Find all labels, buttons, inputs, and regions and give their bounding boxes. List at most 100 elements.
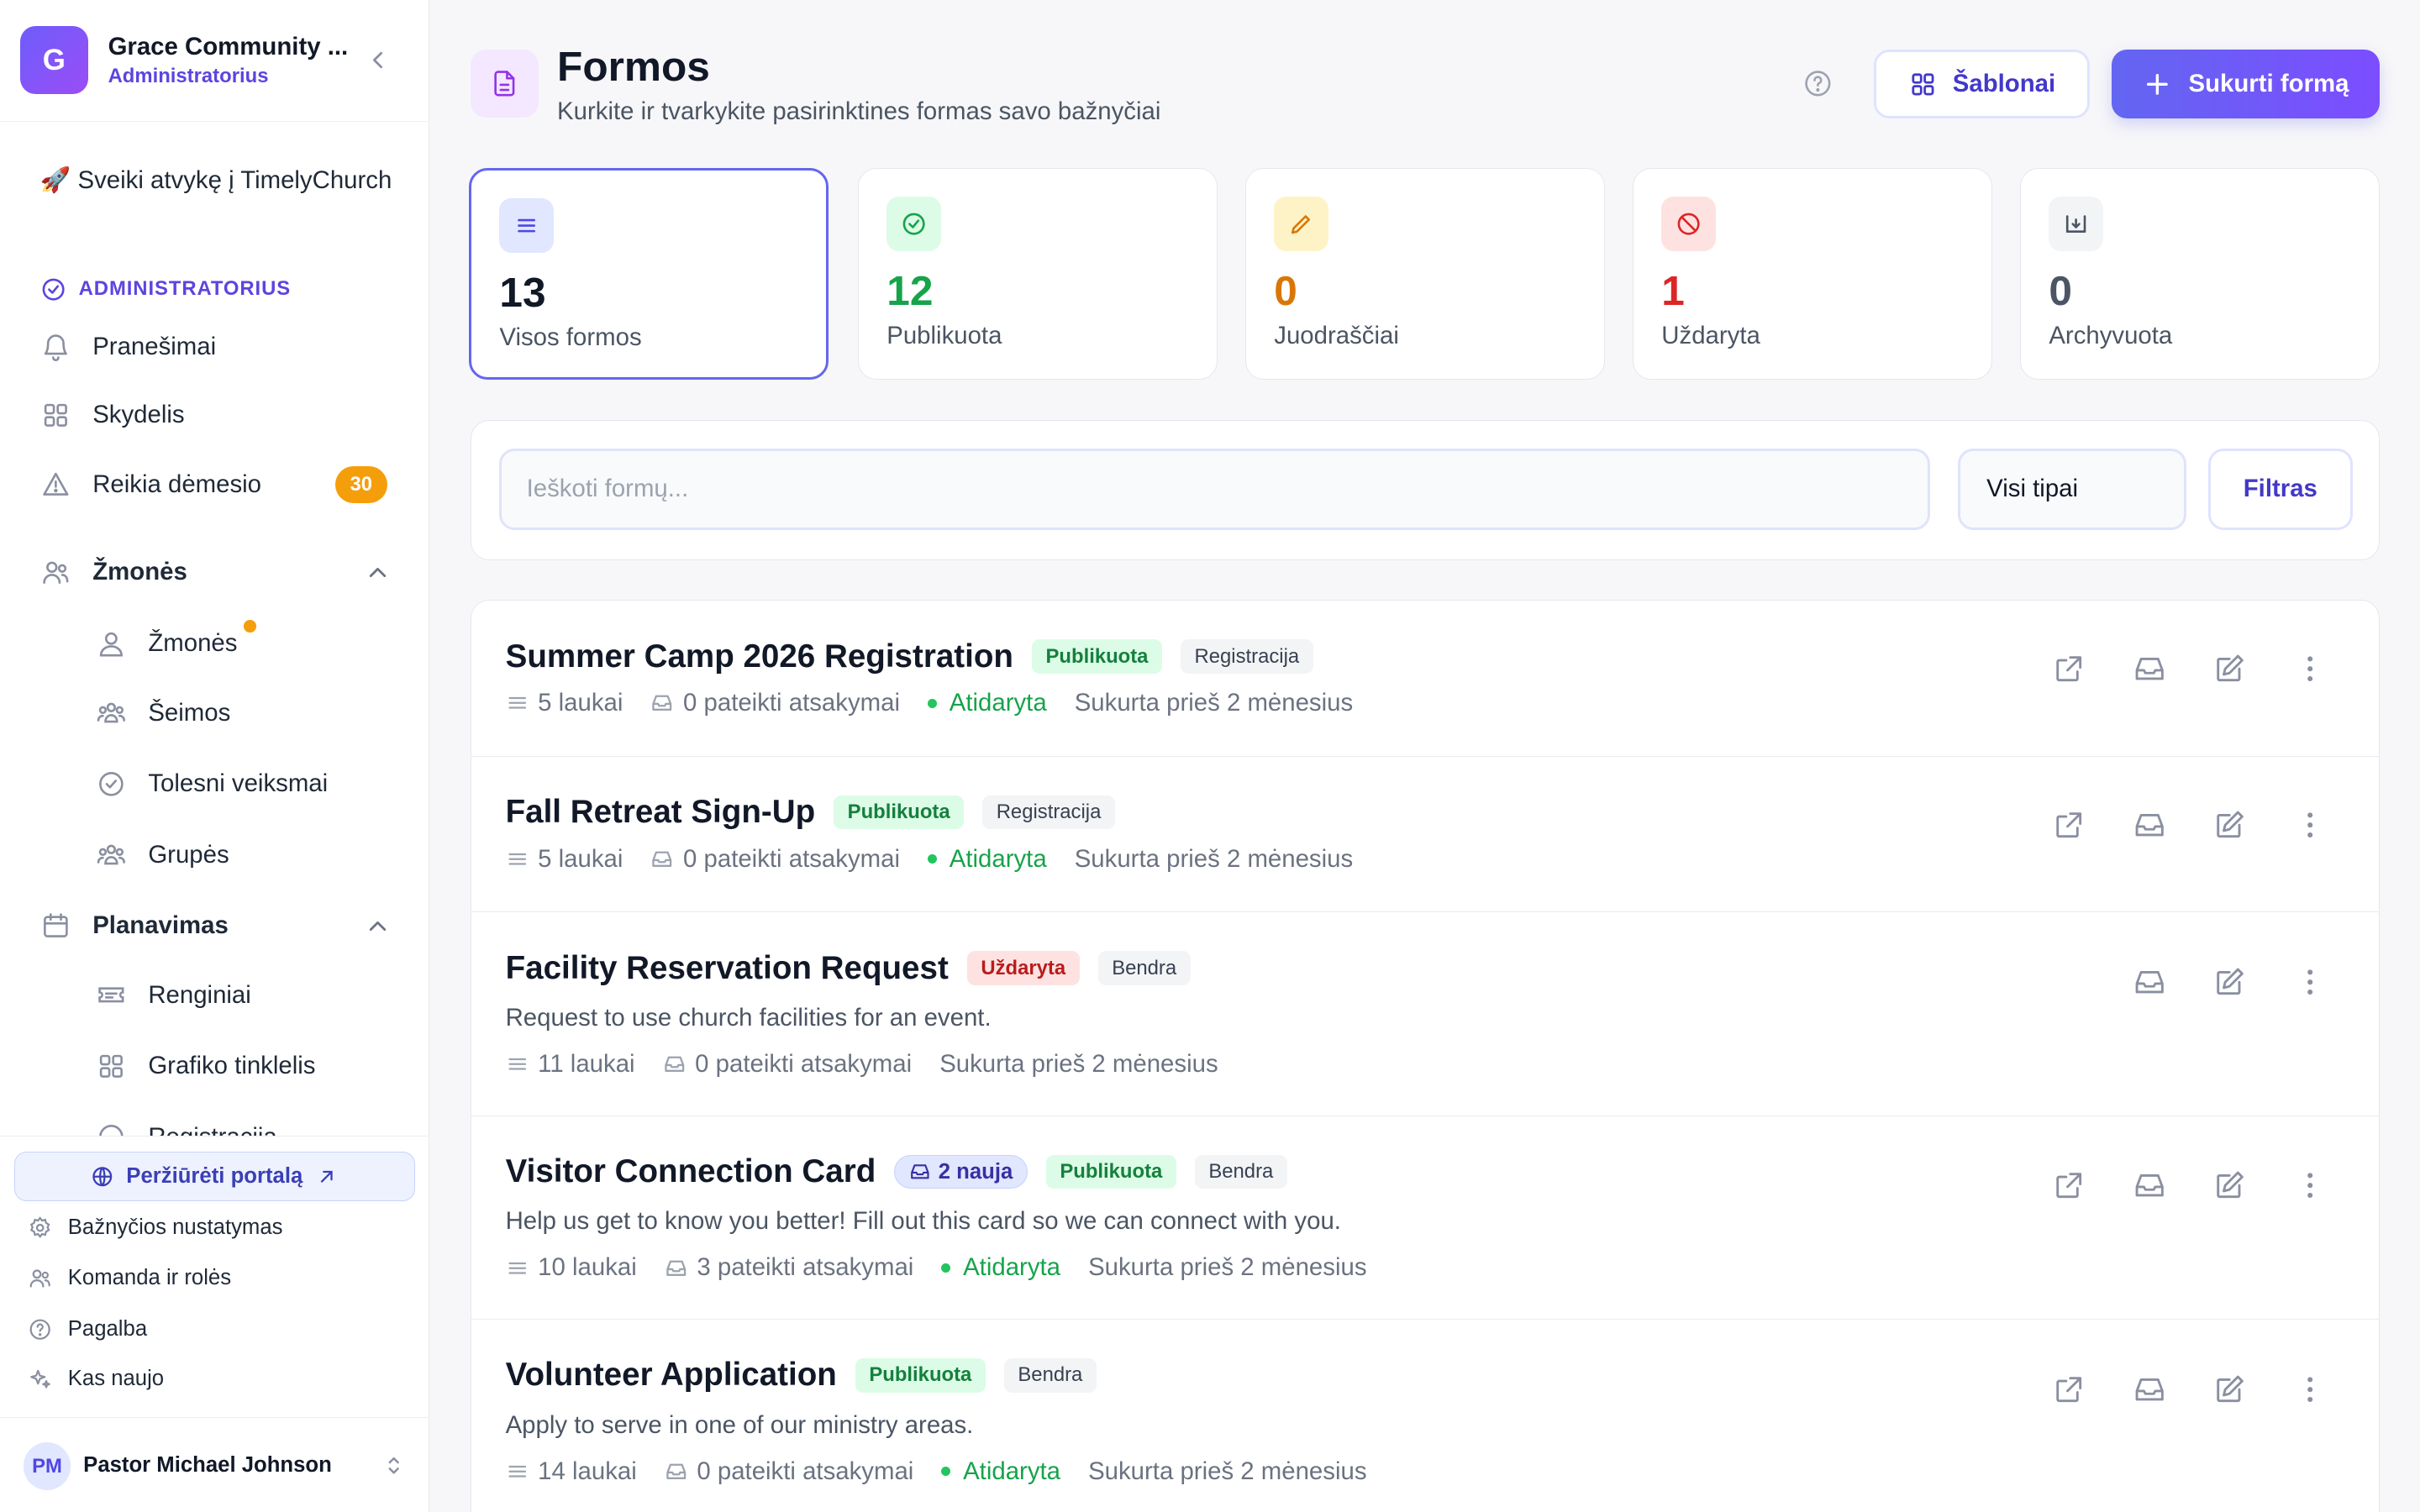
whats-new-link[interactable]: Kas naujo — [28, 1362, 164, 1395]
responses-count: 3 pateikti atsakymai — [665, 1253, 913, 1282]
bell-icon — [40, 332, 71, 363]
create-form-label: Sukurti formą — [2188, 70, 2349, 98]
sidebar-item-dashboard[interactable]: Skydelis — [40, 392, 185, 438]
stat-label: Uždaryta — [1661, 322, 1760, 350]
help-link[interactable]: Pagalba — [28, 1312, 147, 1346]
form-row[interactable]: Fall Retreat Sign-Up Publikuota Registra… — [471, 757, 2380, 913]
role-label: ADMINISTRATORIUS — [40, 276, 291, 302]
form-title[interactable]: Summer Camp 2026 Registration — [506, 638, 1013, 675]
check-badge-icon — [96, 769, 127, 800]
stat-card-closed[interactable]: 1 Uždaryta — [1633, 168, 1993, 380]
inbox-icon[interactable] — [2133, 808, 2166, 842]
view-portal-button[interactable]: Peržiūrėti portalą — [13, 1152, 416, 1201]
sidebar-item-people[interactable]: Žmonės — [96, 620, 238, 666]
ban-icon — [1661, 197, 1716, 251]
stat-value: 1 — [1661, 266, 1685, 314]
calendar-icon — [40, 911, 71, 942]
inbox-icon[interactable] — [2133, 965, 2166, 999]
sidebar-section-people[interactable]: Žmonės — [40, 549, 392, 596]
edit-icon[interactable] — [2212, 1373, 2246, 1406]
fields-count-text: 11 laukai — [538, 1049, 635, 1078]
sidebar-item-notifications[interactable]: Pranešimai — [40, 324, 216, 370]
more-vertical-icon[interactable] — [2293, 652, 2327, 685]
form-title[interactable]: Volunteer Application — [506, 1357, 837, 1394]
sidebar-item-schedule-grid[interactable]: Grafiko tinklelis — [96, 1043, 315, 1089]
form-title-line: Volunteer Application Publikuota Bendra — [506, 1357, 1097, 1394]
form-meta: 5 laukai 0 pateikti atsakymai Atidaryta … — [506, 689, 1353, 717]
inbox-icon — [652, 851, 672, 867]
chevron-up-icon[interactable] — [364, 559, 392, 586]
stat-card-published[interactable]: 12 Publikuota — [858, 168, 1218, 380]
edit-icon[interactable] — [2212, 652, 2246, 685]
sidebar-item-followups[interactable]: Tolesni veiksmai — [96, 761, 328, 807]
sidebar-item-attention[interactable]: Reikia dėmesio — [40, 461, 261, 507]
form-row[interactable]: Volunteer Application Publikuota Bendra … — [471, 1320, 2379, 1512]
user-menu[interactable]: PM Pastor Michael Johnson — [0, 1417, 428, 1512]
external-link-icon[interactable] — [2052, 1168, 2086, 1202]
form-meta: 14 laukai 0 pateikti atsakymai Atidaryta… — [506, 1457, 1367, 1486]
stat-card-archived[interactable]: 0 Archyvuota — [2020, 168, 2381, 380]
form-row[interactable]: Facility Reservation Request Uždaryta Be… — [471, 913, 2380, 1116]
chevron-left-icon[interactable] — [364, 46, 392, 74]
form-title[interactable]: Facility Reservation Request — [506, 950, 949, 987]
inbox-icon[interactable] — [2133, 1168, 2166, 1202]
inbox-icon — [666, 1463, 687, 1480]
external-link-icon[interactable] — [2052, 808, 2086, 842]
more-vertical-icon[interactable] — [2293, 1373, 2327, 1406]
user-name: Pastor Michael Johnson — [83, 1453, 332, 1478]
fields-count-text: 14 laukai — [538, 1457, 637, 1485]
sidebar-section-planning[interactable]: Planavimas — [40, 902, 392, 948]
team-roles-link[interactable]: Komanda ir rolės — [28, 1262, 231, 1295]
bottom-link-label: Pagalba — [67, 1316, 148, 1341]
form-row[interactable]: Visitor Connection Card 2 nauja Publikuo… — [471, 1116, 2380, 1320]
type-badge: Registracija — [982, 795, 1115, 830]
row-actions — [2052, 808, 2360, 845]
fields-count: 14 laukai — [506, 1457, 637, 1486]
inbox-icon[interactable] — [2133, 1373, 2166, 1406]
sidebar-item-label: Žmonės — [148, 628, 238, 657]
status-dot — [941, 1467, 951, 1477]
created-date: Sukurta prieš 2 mėnesius — [939, 1049, 1218, 1078]
stat-card-all[interactable]: 13 Visos formos — [469, 168, 829, 380]
more-vertical-icon[interactable] — [2293, 808, 2327, 842]
sidebar-item-events[interactable]: Renginiai — [96, 972, 251, 1018]
stat-label: Visos formos — [499, 323, 642, 352]
help-circle-icon[interactable] — [1802, 68, 1833, 99]
stat-label: Archyvuota — [2049, 322, 2173, 350]
responses-count-text: 0 pateikti atsakymai — [683, 844, 900, 873]
church-settings-link[interactable]: Bažnyčios nustatymas — [28, 1210, 283, 1244]
type-select[interactable]: Visi tipai — [1957, 448, 2186, 530]
create-form-button[interactable]: Sukurti formą — [2111, 49, 2381, 119]
sidebar-item-groups[interactable]: Grupės — [96, 832, 229, 878]
form-description: Apply to serve in one of our ministry ar… — [505, 1410, 974, 1439]
chevron-up-icon[interactable] — [364, 912, 392, 940]
list-icon — [508, 697, 526, 710]
search-input[interactable] — [499, 448, 1930, 530]
stat-card-drafts[interactable]: 0 Juodraščiai — [1245, 168, 1606, 380]
responses-count-text: 0 pateikti atsakymai — [683, 689, 900, 717]
form-title[interactable]: Visitor Connection Card — [506, 1153, 876, 1190]
templates-button[interactable]: Šablonai — [1873, 49, 2090, 119]
edit-icon[interactable] — [2212, 1168, 2246, 1202]
section-label: Planavimas — [92, 911, 229, 940]
inbox-icon[interactable] — [2133, 652, 2166, 685]
sidebar-item-families[interactable]: Šeimos — [96, 690, 230, 736]
edit-icon[interactable] — [2212, 965, 2246, 999]
new-responses-badge[interactable]: 2 nauja — [894, 1154, 1028, 1189]
org-name: Grace Community ... — [108, 32, 349, 60]
filter-button[interactable]: Filtras — [2207, 448, 2354, 530]
more-vertical-icon[interactable] — [2293, 965, 2327, 999]
external-link-icon[interactable] — [2052, 1373, 2086, 1406]
form-meta: 11 laukai 0 pateikti atsakymai Sukurta p… — [506, 1050, 1218, 1079]
edit-icon[interactable] — [2212, 808, 2246, 842]
org-switcher[interactable]: G Grace Community ... Administratorius — [0, 0, 428, 123]
users-icon — [40, 557, 71, 588]
list-icon — [508, 853, 526, 865]
more-vertical-icon[interactable] — [2293, 1168, 2327, 1202]
external-link-icon[interactable] — [2052, 652, 2086, 685]
section-label: Žmonės — [92, 558, 187, 586]
org-role: Administratorius — [108, 65, 269, 88]
form-title[interactable]: Fall Retreat Sign-Up — [506, 794, 816, 831]
form-row[interactable]: Summer Camp 2026 Registration Publikuota… — [471, 601, 2380, 757]
fields-count-text: 10 laukai — [538, 1253, 637, 1282]
